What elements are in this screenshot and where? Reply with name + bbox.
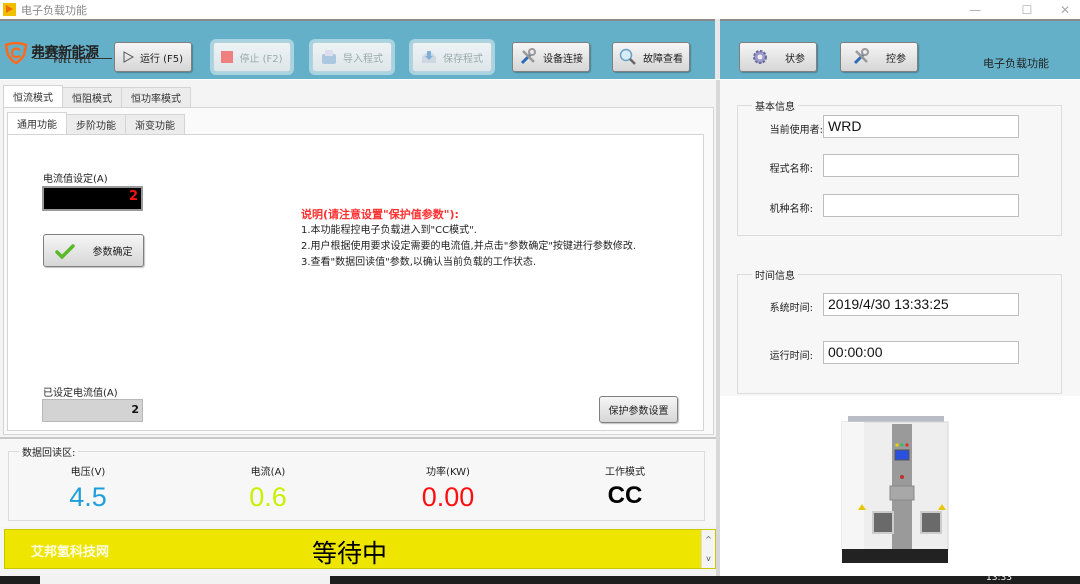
window-title: 电子负载功能 — [21, 3, 87, 17]
power-value: 0.00 — [421, 482, 475, 512]
note-line: 3.查看"数据回读值"参数,以确认当前负载的工作状态. — [301, 257, 537, 268]
minimize-button[interactable]: — — [960, 0, 990, 19]
run-time-field: 00:00:00 — [823, 341, 1019, 364]
title-bar: 电子负载功能 — [0, 0, 1080, 19]
tools-icon — [852, 48, 870, 66]
device-connect-button[interactable]: 设备连接 — [512, 42, 590, 72]
toolbar-divider — [715, 19, 720, 79]
time-info-title: 时间信息 — [752, 267, 798, 282]
work-mode-value: CC — [607, 482, 643, 509]
taskbar-clock: 13:33 — [986, 573, 1012, 583]
tab-constant-resistance[interactable]: 恒阻模式 — [62, 87, 122, 107]
voltage-label: 电压(V) — [70, 467, 106, 478]
current-user-field[interactable]: WRD — [823, 115, 1019, 138]
set-current-display: 2 — [42, 399, 143, 422]
voltage-value: 4.5 — [69, 482, 107, 512]
save-icon — [421, 50, 437, 64]
gear-icon — [751, 48, 769, 66]
close-button[interactable]: ✕ — [1050, 0, 1080, 19]
status-params-button[interactable]: 状参 — [739, 42, 817, 72]
status-text: 等待中 — [312, 539, 388, 568]
save-program-button[interactable]: 保存程式 — [412, 42, 492, 72]
current-value: 0.6 — [249, 482, 287, 512]
status-scrollbar[interactable]: ^ v — [701, 530, 715, 568]
system-time-label: 系统时间: — [769, 303, 813, 314]
program-name-label: 程式名称: — [769, 164, 813, 175]
work-mode-label: 工作模式 — [605, 467, 645, 478]
current-setting-input[interactable]: 2 — [42, 186, 143, 211]
company-logo: 弗赛新能源 FUEL CELL — [4, 40, 112, 66]
tab-general-function[interactable]: 通用功能 — [7, 112, 67, 134]
scroll-up-icon[interactable]: ^ — [702, 530, 715, 549]
electronic-load-cabinet-image — [841, 416, 949, 563]
control-params-button[interactable]: 控参 — [840, 42, 918, 72]
tools-icon — [519, 48, 537, 66]
app-icon — [3, 3, 16, 16]
note-line: 2.用户根据使用要求设定需要的电流值,并点击"参数确定"按键进行参数修改. — [301, 241, 637, 252]
time-info-groupbox: 时间信息 — [737, 267, 1062, 394]
toolbar-right-title: 电子负载功能 — [983, 57, 1049, 70]
set-current-label: 已设定电流值(A) — [43, 388, 118, 399]
magnifier-icon — [619, 48, 637, 66]
tab-step-function[interactable]: 步阶功能 — [66, 114, 126, 134]
current-label: 电流(A) — [250, 467, 286, 478]
os-taskbar: 13:33 — [0, 573, 1080, 584]
basic-info-title: 基本信息 — [752, 98, 798, 113]
program-name-field[interactable] — [823, 154, 1019, 177]
current-user-label: 当前使用者: — [769, 125, 823, 136]
current-setting-label: 电流值设定(A) — [43, 174, 108, 185]
tab-constant-current[interactable]: 恒流模式 — [3, 85, 63, 107]
logo-subtitle: FUEL CELL — [34, 58, 112, 65]
fault-view-button[interactable]: 故障查看 — [612, 42, 690, 72]
stop-icon — [221, 51, 234, 63]
play-icon — [123, 51, 134, 63]
import-program-button[interactable]: 导入程式 — [312, 42, 392, 72]
function-tabs: 通用功能 步阶功能 渐变功能 — [7, 112, 185, 134]
mode-tabs: 恒流模式 恒阻模式 恒功率模式 — [3, 85, 191, 107]
status-bar: 艾邦氢科技网 等待中 ^ v — [4, 529, 716, 569]
instructions-note: 说明(请注意设置"保护值参数"): 1.本功能程控电子负载进入到"CC模式". … — [301, 207, 636, 271]
import-icon — [321, 50, 337, 64]
note-line: 1.本功能程控电子负载进入到"CC模式". — [301, 225, 477, 236]
taskbar-search[interactable] — [40, 576, 330, 584]
tab-ramp-function[interactable]: 渐变功能 — [125, 114, 185, 134]
protection-params-button[interactable]: 保护参数设置 — [599, 396, 678, 423]
confirm-params-button[interactable]: 参数确定 — [43, 234, 144, 267]
system-time-field: 2019/4/30 13:33:25 — [823, 293, 1019, 316]
model-name-label: 机种名称: — [769, 204, 813, 215]
note-heading: 说明(请注意设置"保护值参数"): — [301, 208, 459, 221]
run-button[interactable]: 运行 (F5) — [114, 42, 192, 72]
model-name-field[interactable] — [823, 194, 1019, 217]
readback-title: 数据回读区: — [19, 444, 79, 459]
stop-button[interactable]: 停止 (F2) — [213, 42, 291, 72]
shield-logo-icon — [4, 42, 28, 64]
power-label: 功率(KW) — [426, 467, 470, 478]
maximize-button[interactable]: ☐ — [1012, 0, 1042, 19]
scroll-down-icon[interactable]: v — [702, 549, 715, 568]
watermark: 艾邦氢科技网 — [31, 545, 110, 560]
checkmark-icon — [54, 243, 75, 259]
run-time-label: 运行时间: — [769, 351, 813, 362]
tab-constant-power[interactable]: 恒功率模式 — [121, 87, 191, 107]
